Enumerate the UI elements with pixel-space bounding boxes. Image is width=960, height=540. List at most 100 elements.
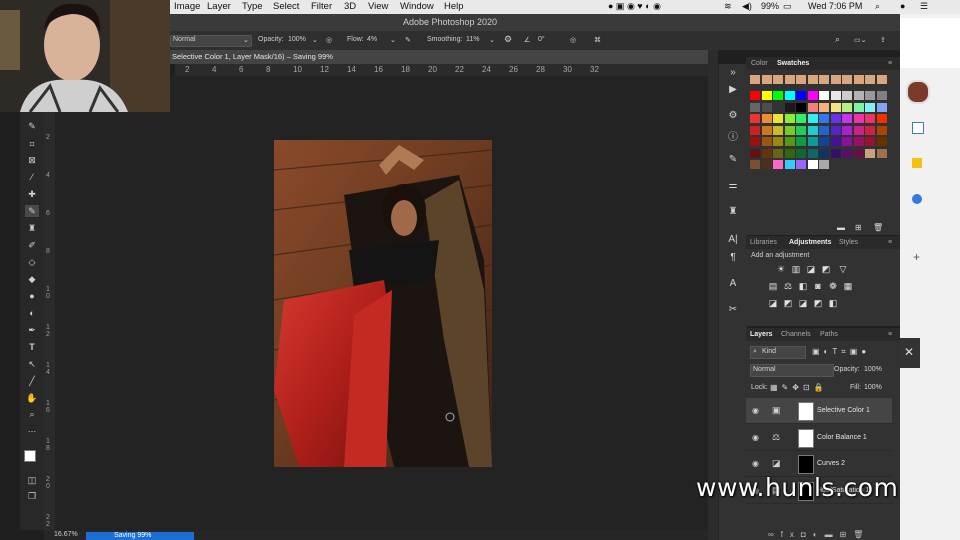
quick-mask-icon[interactable]: ◫ [25,474,39,486]
swatch[interactable] [796,75,806,84]
gradient-icon[interactable]: ◆ [25,273,39,285]
swatch[interactable] [830,148,841,158]
swatch[interactable] [750,148,760,158]
layer-opacity-value[interactable]: 100% [864,366,882,373]
swatch[interactable] [842,125,852,135]
swatch[interactable] [819,91,829,100]
layer-mask-thumbnail[interactable] [798,455,814,474]
opacity-value[interactable]: 100% [288,36,306,43]
line-icon[interactable]: ╱ [25,375,39,387]
selective-color-icon[interactable]: ◩ [813,299,823,308]
trash-icon[interactable]: 🗑 [873,223,883,232]
wifi-icon[interactable]: ≋ [724,1,732,12]
eye-icon[interactable]: ◉ [752,433,759,442]
swatch[interactable] [819,160,829,169]
angle-value[interactable]: 0° [538,36,545,43]
close-icon[interactable]: ✕ [904,345,914,359]
color-balance-icon[interactable]: ⚖ [783,282,793,291]
gear-icon[interactable]: ⚙ [504,34,512,45]
swatch[interactable] [750,75,760,84]
swatch[interactable] [865,148,875,158]
swatch[interactable] [876,114,887,123]
swatch[interactable] [819,114,829,123]
panel-menu-icon[interactable]: ≡ [888,239,892,246]
swatch[interactable] [761,137,772,146]
swatch[interactable] [865,91,875,100]
swatch[interactable] [750,91,760,100]
layer-mask-thumbnail[interactable] [798,402,814,421]
document-image[interactable] [274,140,492,467]
battery-icon[interactable]: ▭ [783,1,792,12]
swatch[interactable] [773,160,783,169]
airbrush-icon[interactable]: ✎ [405,36,411,44]
swatch[interactable] [807,148,818,158]
swatch[interactable] [853,75,864,84]
swatch[interactable] [819,148,829,158]
swatch[interactable] [853,148,864,158]
foreground-color[interactable] [24,450,36,462]
document-tab[interactable]: Selective Color 1, Layer Mask/16) – Savi… [170,50,710,64]
swatch[interactable] [773,102,783,112]
folder-icon[interactable]: ▬ [837,223,845,232]
chevron-down-icon[interactable]: ⌄ [390,36,396,44]
swatch[interactable] [819,125,829,135]
smoothing-value[interactable]: 11% [466,36,480,43]
swatch[interactable] [784,114,795,123]
swatch[interactable] [784,160,795,169]
workspace-icon[interactable]: ▭⌄ [854,36,866,44]
frame-icon[interactable]: ⊠ [25,154,39,166]
swatch[interactable] [865,125,875,135]
swatch[interactable] [796,148,806,158]
search-icon[interactable]: ⌕ [875,1,880,12]
layer-name[interactable]: Color Balance 1 [817,434,867,441]
swatch[interactable] [853,114,864,123]
swatch[interactable] [853,102,864,112]
kind-filter[interactable] [750,346,806,359]
hue-saturation-icon[interactable]: ▤ [768,282,778,291]
threshold-icon[interactable]: ◪ [798,299,808,308]
menu-3d[interactable]: 3D [344,1,356,12]
curves-icon[interactable]: ◪ [806,265,816,274]
fill-value[interactable]: 100% [864,384,882,391]
swatch[interactable] [853,125,864,135]
brightness-icon[interactable]: ☀ [776,265,786,274]
swatch[interactable] [761,148,772,158]
panel-menu-icon[interactable]: ≡ [888,331,892,338]
swatch[interactable] [819,102,829,112]
swatch[interactable] [796,114,806,123]
menu-image[interactable]: Image [174,1,200,12]
swatch[interactable] [830,91,841,100]
pressure-opacity-icon[interactable]: ◎ [326,36,332,44]
levels-icon[interactable]: ▥ [791,265,801,274]
tab-color[interactable]: Color [751,60,768,67]
properties-icon[interactable]: ⚙ [725,110,741,124]
black-white-icon[interactable]: ◧ [798,282,808,291]
swatch[interactable] [876,91,887,100]
swatch[interactable] [761,75,772,84]
swatch[interactable] [819,137,829,146]
tab-layers[interactable]: Layers [750,331,773,338]
tab-paths[interactable]: Paths [820,331,838,338]
menu-filter[interactable]: Filter [311,1,332,12]
layer-mask-thumbnail[interactable] [798,428,814,448]
brush-settings-icon[interactable]: ✎ [725,154,741,168]
layer-row[interactable]: ◉ ▣ Selective Color 1 [746,398,892,424]
clone-source-icon[interactable]: ♜ [725,206,741,220]
swatch[interactable] [796,91,806,100]
share-icon[interactable]: ⇪ [880,36,886,44]
swatch[interactable] [876,137,887,146]
swatch[interactable] [750,137,760,146]
swatch[interactable] [865,137,875,146]
swatch[interactable] [842,114,852,123]
calendar-icon[interactable] [912,122,924,134]
layer-row[interactable]: ◉ ⚖ Color Balance 1 [746,425,892,451]
swatch[interactable] [750,114,760,123]
eye-icon[interactable]: ◉ [752,406,759,415]
menu-select[interactable]: Select [273,1,299,12]
dodge-icon[interactable]: ◐ [25,307,39,319]
swatch[interactable] [773,91,783,100]
swatch[interactable] [784,137,795,146]
layer-name[interactable]: Curves 2 [817,460,845,467]
swatch[interactable] [773,148,783,158]
menu-help[interactable]: Help [444,1,464,12]
